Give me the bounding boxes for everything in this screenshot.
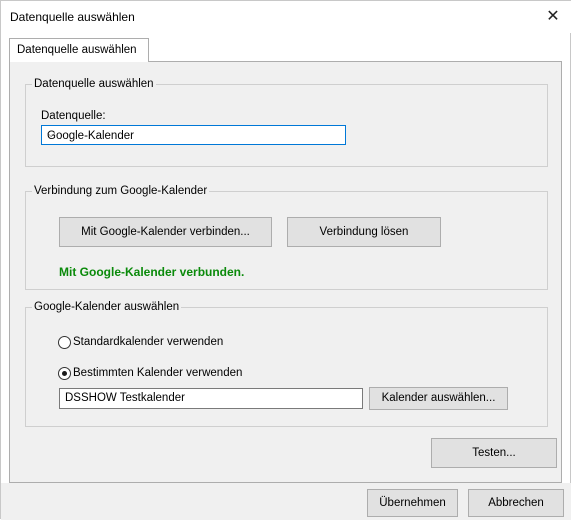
group-datasource: Datenquelle auswählen Datenquelle: Googl… <box>25 77 548 167</box>
connection-status: Mit Google-Kalender verbunden. <box>59 265 245 279</box>
connect-button-label: Mit Google-Kalender verbinden... <box>81 226 250 238</box>
test-button[interactable]: Testen... <box>431 438 557 468</box>
apply-button[interactable]: Übernehmen <box>367 489 458 517</box>
choose-calendar-button[interactable]: Kalender auswählen... <box>369 387 508 410</box>
chevron-down-icon: ⌵ <box>47 128 56 140</box>
disconnect-button[interactable]: Verbindung lösen <box>287 217 441 247</box>
calendar-input-value: DSSHOW Testkalender <box>65 392 185 404</box>
radio-default-label[interactable]: Standardkalender verwenden <box>73 336 223 348</box>
radio-specific-label[interactable]: Bestimmten Kalender verwenden <box>73 367 242 379</box>
group-calendar-legend: Google-Kalender auswählen <box>32 300 182 314</box>
test-button-label: Testen... <box>472 447 516 459</box>
cancel-button[interactable]: Abbrechen <box>468 489 564 517</box>
group-datasource-legend: Datenquelle auswählen <box>32 77 156 91</box>
connect-button[interactable]: Mit Google-Kalender verbinden... <box>59 217 272 247</box>
tab-datenquelle[interactable]: Datenquelle auswählen <box>9 38 149 62</box>
close-icon[interactable]: ✕ <box>542 6 564 28</box>
group-connection-legend: Verbindung zum Google-Kalender <box>32 184 210 198</box>
calendar-input[interactable]: DSSHOW Testkalender <box>59 388 363 409</box>
datasource-select[interactable]: Google-Kalender ⌵ <box>41 125 346 145</box>
datasource-label: Datenquelle: <box>41 110 106 122</box>
group-connection: Verbindung zum Google-Kalender Mit Googl… <box>25 184 548 290</box>
radio-specific-calendar[interactable] <box>58 367 71 380</box>
choose-calendar-button-label: Kalender auswählen... <box>381 392 496 404</box>
dialog-window: Datenquelle auswählen ✕ Datenquelle ausw… <box>0 0 571 520</box>
tab-panel: Datenquelle auswählen Datenquelle: Googl… <box>9 61 562 483</box>
title-bar: Datenquelle auswählen ✕ <box>1 1 571 33</box>
window-title: Datenquelle auswählen <box>10 10 135 24</box>
dialog-footer: Übernehmen Abbrechen <box>1 483 571 520</box>
disconnect-button-label: Verbindung lösen <box>319 226 409 238</box>
group-calendar: Google-Kalender auswählen Standardkalend… <box>25 300 548 427</box>
apply-button-label: Übernehmen <box>379 497 446 509</box>
cancel-button-label: Abbrechen <box>488 497 544 509</box>
tab-label: Datenquelle auswählen <box>17 44 137 56</box>
radio-default-calendar[interactable] <box>58 336 71 349</box>
